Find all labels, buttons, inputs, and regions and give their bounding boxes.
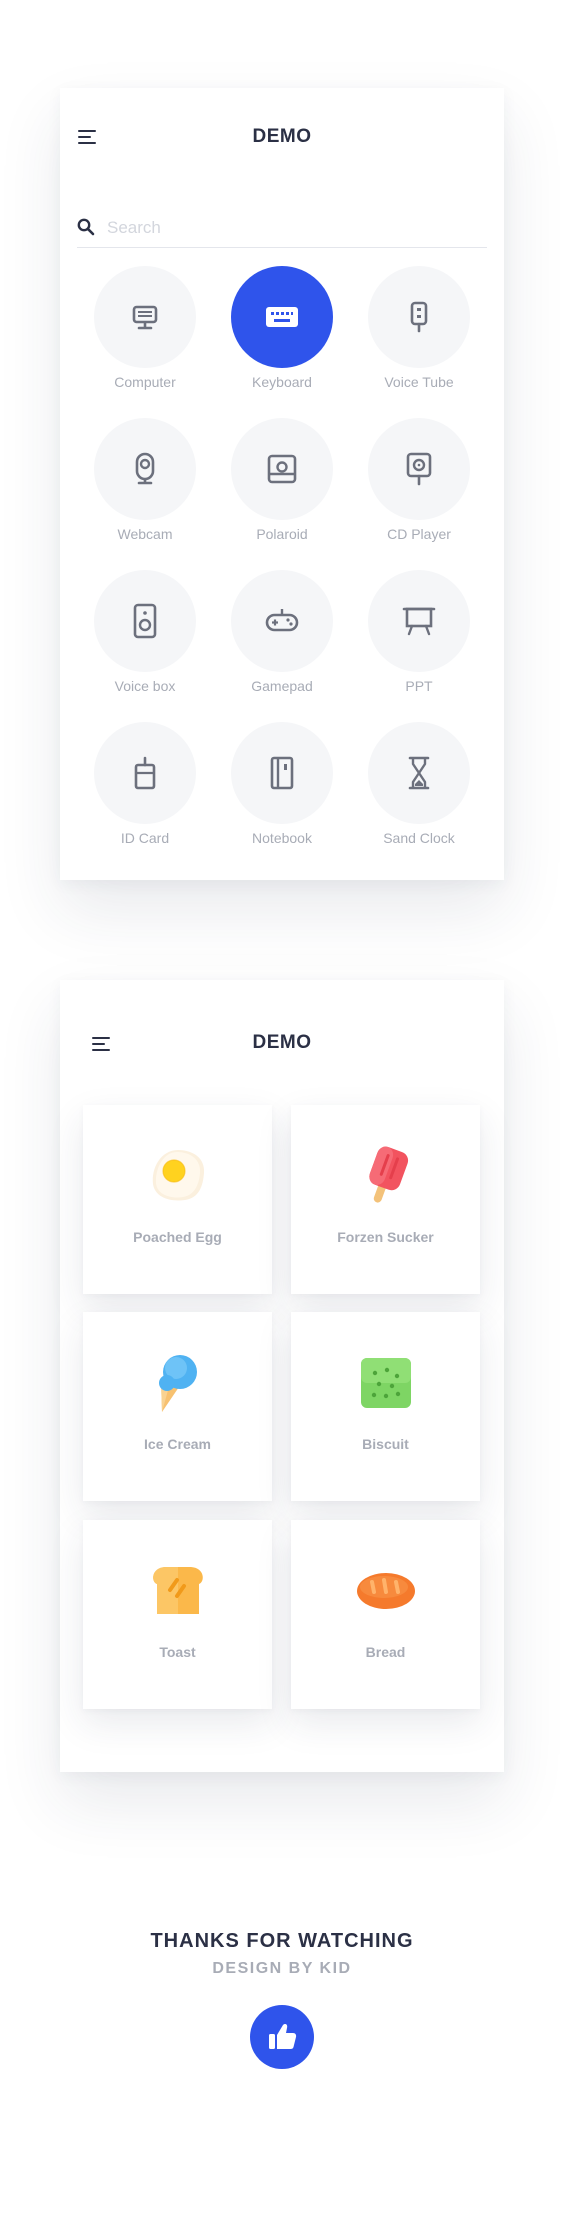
icon-circle [368, 266, 470, 368]
device-menu-screen: DEMO Computer [60, 88, 504, 880]
icon-circle [368, 418, 470, 520]
thumbs-up-icon [269, 2024, 297, 2049]
device-label: Webcam [117, 526, 173, 542]
thanks-heading: THANKS FOR WATCHING [150, 1930, 414, 1952]
device-label: Voice box [114, 678, 176, 694]
icon-circle [368, 722, 470, 824]
search-icon [77, 218, 95, 236]
device-item-voice-box[interactable]: Voice box [77, 570, 213, 722]
device-label: Polaroid [256, 526, 308, 542]
food-label: Poached Egg [133, 1229, 222, 1245]
food-item-bread[interactable]: Bread [291, 1520, 480, 1709]
device-item-keyboard[interactable]: Keyboard [214, 266, 350, 418]
food-label: Ice Cream [144, 1436, 211, 1452]
device-item-webcam[interactable]: Webcam [77, 418, 213, 570]
device-item-computer[interactable]: Computer [77, 266, 213, 418]
search-bar [77, 208, 487, 248]
search-input[interactable] [107, 214, 477, 242]
device-label: Gamepad [251, 678, 313, 694]
icon-circle [368, 570, 470, 672]
device-item-gamepad[interactable]: Gamepad [214, 570, 350, 722]
icon-circle [94, 418, 196, 520]
device-label: Voice Tube [384, 374, 454, 390]
food-label: Bread [365, 1644, 406, 1660]
egg-icon [152, 1150, 204, 1201]
icon-circle-active [231, 266, 333, 368]
food-item-poached-egg[interactable]: Poached Egg [83, 1105, 272, 1294]
device-item-cd-player[interactable]: CD Player [351, 418, 487, 570]
device-label: PPT [405, 678, 433, 694]
icon-circle [94, 266, 196, 368]
presentation-icon [402, 607, 436, 636]
bread-icon [356, 1573, 415, 1609]
device-item-sand-clock[interactable]: Sand Clock [351, 722, 487, 874]
device-label: Sand Clock [383, 830, 455, 846]
popsicle-icon [368, 1146, 408, 1203]
like-button[interactable] [250, 2005, 314, 2069]
computer-icon [132, 305, 158, 330]
webcam-icon [135, 452, 155, 485]
ice-cream-icon [158, 1355, 197, 1412]
page-title: DEMO [252, 1032, 312, 1053]
device-label: ID Card [120, 830, 170, 846]
icon-circle [94, 570, 196, 672]
device-label: Notebook [252, 830, 312, 846]
biscuit-icon [360, 1358, 411, 1408]
device-label: CD Player [387, 526, 451, 542]
food-label: Biscuit [362, 1436, 409, 1452]
microphone-icon [410, 301, 428, 333]
designer-credit: DESIGN BY KID [212, 1960, 352, 1977]
food-item-forzen-sucker[interactable]: Forzen Sucker [291, 1105, 480, 1294]
hourglass-icon [408, 756, 430, 790]
notebook-icon [270, 756, 294, 790]
icon-circle [231, 722, 333, 824]
food-item-biscuit[interactable]: Biscuit [291, 1312, 480, 1501]
gamepad-icon [265, 609, 299, 632]
device-item-voice-tube[interactable]: Voice Tube [351, 266, 487, 418]
device-item-notebook[interactable]: Notebook [214, 722, 350, 874]
page-title: DEMO [252, 126, 312, 147]
food-label: Forzen Sucker [337, 1229, 434, 1245]
food-item-ice-cream[interactable]: Ice Cream [83, 1312, 272, 1501]
toast-icon [152, 1567, 203, 1614]
food-menu-screen: DEMO Poached Egg Forzen Sucker Ice Cream… [60, 980, 504, 1772]
keyboard-icon [266, 307, 298, 327]
device-label: Keyboard [252, 374, 312, 390]
device-item-polaroid[interactable]: Polaroid [214, 418, 350, 570]
id-card-icon [134, 756, 156, 790]
device-item-id-card[interactable]: ID Card [77, 722, 213, 874]
food-label: Toast [159, 1644, 196, 1660]
icon-circle [231, 418, 333, 520]
icon-circle [94, 722, 196, 824]
cd-player-icon [406, 452, 432, 486]
camera-icon [267, 454, 297, 484]
food-item-toast[interactable]: Toast [83, 1520, 272, 1709]
speaker-icon [133, 603, 157, 639]
device-item-ppt[interactable]: PPT [351, 570, 487, 722]
icon-circle [231, 570, 333, 672]
device-label: Computer [114, 374, 176, 390]
